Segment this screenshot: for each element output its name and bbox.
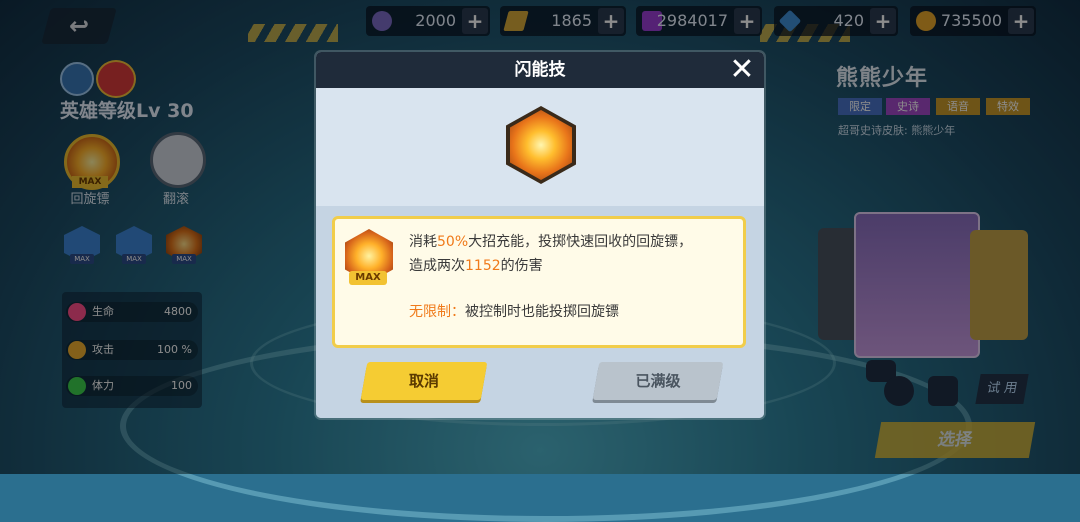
close-icon[interactable]: ✕: [726, 54, 758, 86]
desc-line-1-post: 大招充能，投掷快速回收的回旋镖，: [468, 234, 693, 250]
desc-line-2-highlight: 1152: [465, 258, 501, 274]
max-level-button[interactable]: 已满级: [592, 362, 724, 400]
skill-modal: 闪能技 ✕ MAX 消耗50%大招充能，投掷快速回收的回旋镖， 造成两次1152…: [316, 52, 764, 418]
desc-line-3: 无限制：被控制时也能投掷回旋镖: [409, 301, 619, 321]
max-level-label: 已满级: [635, 372, 681, 390]
modal-title: 闪能技: [514, 60, 566, 80]
desc-line-2-pre: 造成两次: [409, 258, 465, 274]
cancel-button[interactable]: 取消: [360, 362, 488, 400]
desc-line-1: 消耗50%大招充能，投掷快速回收的回旋镖，: [409, 231, 692, 251]
desc-line-3-post: 被控制时也能投掷回旋镖: [465, 304, 619, 320]
desc-line-2: 造成两次1152的伤害: [409, 255, 543, 275]
description-box: MAX 消耗50%大招充能，投掷快速回收的回旋镖， 造成两次1152的伤害 无限…: [332, 216, 746, 348]
skill-large-icon: [506, 106, 576, 184]
skill-max-badge: MAX: [349, 271, 387, 285]
swirl-icon: [510, 110, 572, 180]
desc-line-1-pre: 消耗: [409, 234, 437, 250]
desc-line-2-post: 的伤害: [500, 258, 543, 274]
desc-line-3-highlight: 无限制：: [409, 304, 465, 320]
cancel-label: 取消: [408, 372, 439, 390]
desc-line-1-highlight: 50%: [437, 234, 469, 250]
